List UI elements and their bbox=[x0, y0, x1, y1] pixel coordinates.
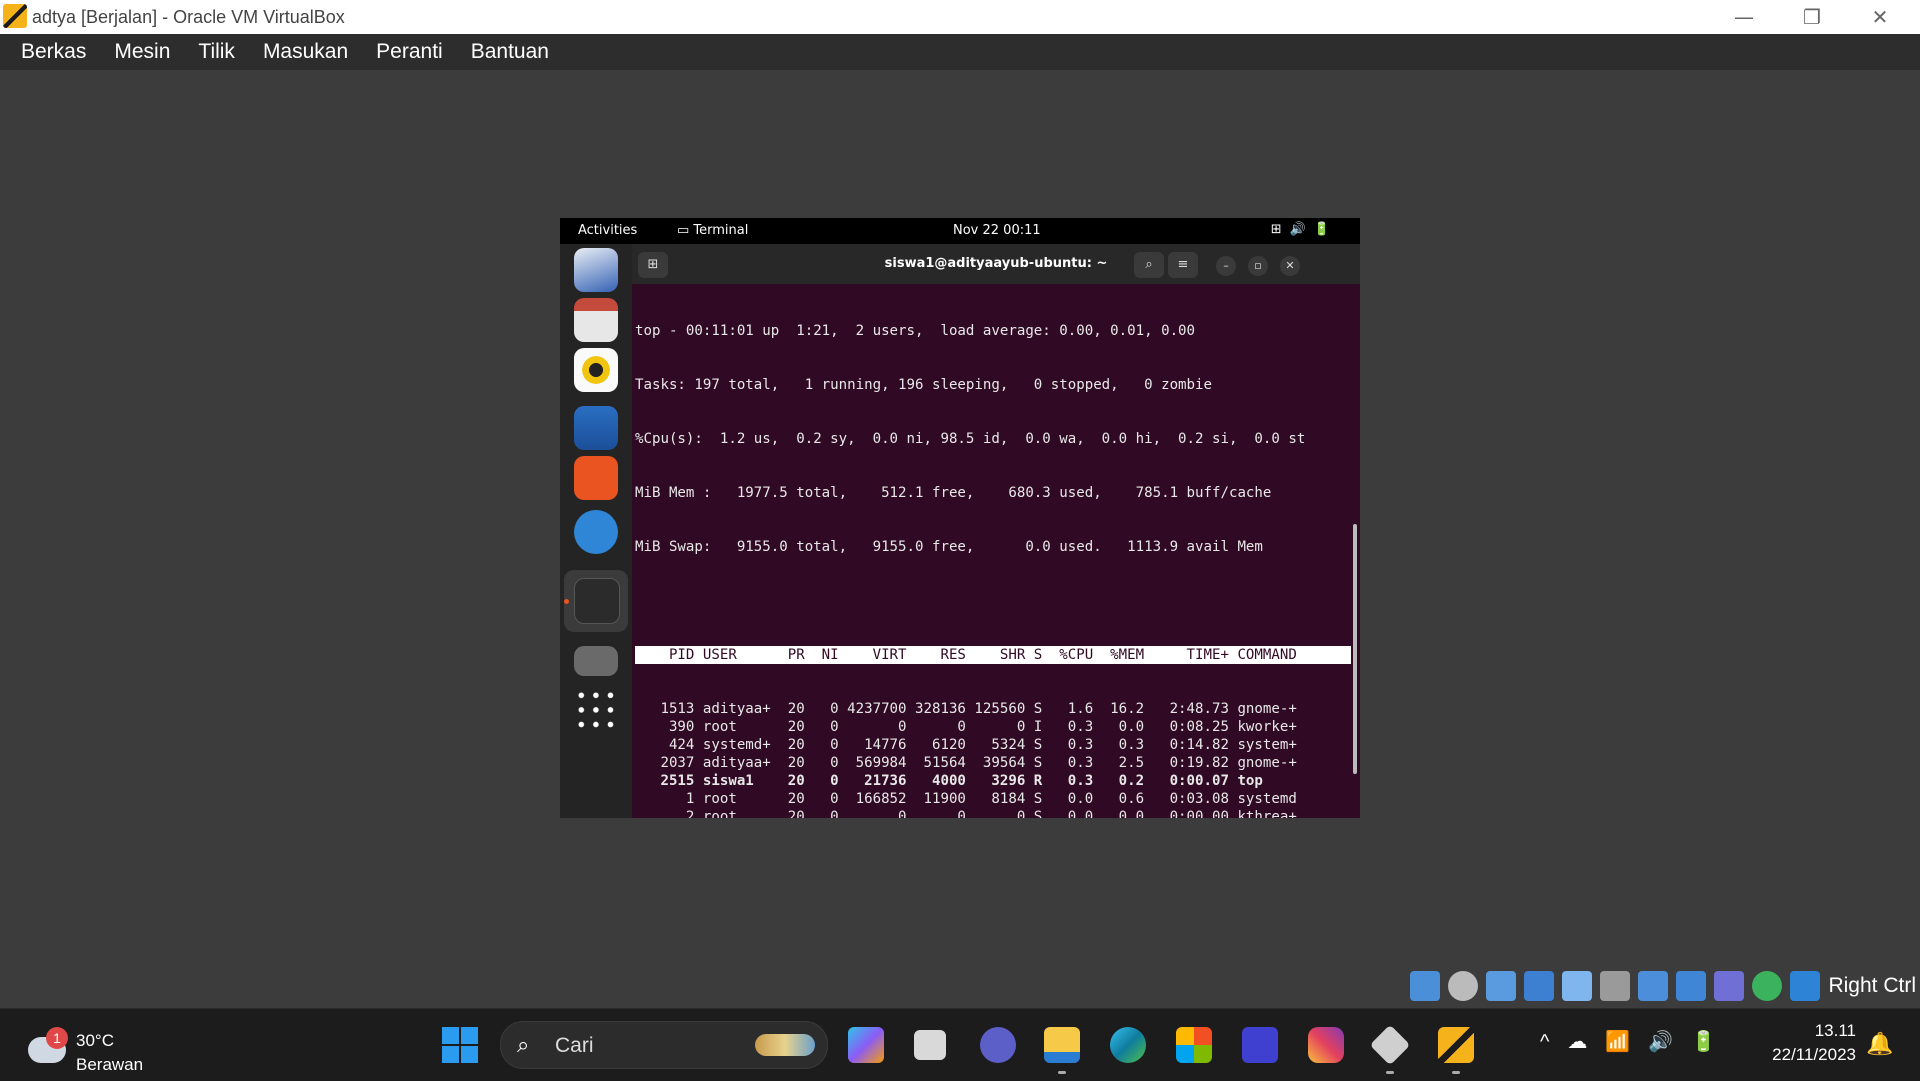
menu-masukan[interactable]: Masukan bbox=[249, 34, 362, 70]
terminal-scrollbar[interactable] bbox=[1353, 524, 1357, 774]
minimize-icon[interactable]: – bbox=[1216, 256, 1236, 276]
process-row: 424 systemd+ 20 0 14776 6120 5324 S 0.3 … bbox=[635, 737, 1297, 753]
terminal-icon[interactable] bbox=[574, 578, 620, 624]
virtualbox-app-icon bbox=[3, 4, 27, 28]
optical-drive-icon[interactable] bbox=[1448, 971, 1479, 1001]
store-icon[interactable] bbox=[1176, 1027, 1212, 1063]
gnome-clock[interactable]: Nov 22 00:11 bbox=[953, 223, 1041, 238]
taskbar-search[interactable]: ⌕ Cari bbox=[500, 1021, 828, 1069]
running-indicator bbox=[1058, 1071, 1066, 1074]
audio-icon[interactable] bbox=[1486, 971, 1517, 1001]
process-row: 2515 siswa1 20 0 21736 4000 3296 R 0.3 0… bbox=[635, 773, 1263, 789]
app-menu-terminal[interactable]: ▭ Terminal bbox=[677, 223, 748, 238]
tradingview-icon[interactable] bbox=[1242, 1027, 1278, 1063]
top-summary-line: MiB Swap: 9155.0 total, 9155.0 free, 0.0… bbox=[635, 539, 1263, 555]
ubuntu-dock bbox=[560, 244, 632, 818]
top-summary-line: %Cpu(s): 1.2 us, 0.2 sy, 0.0 ni, 98.5 id… bbox=[635, 431, 1306, 447]
file-explorer-icon[interactable] bbox=[1044, 1027, 1080, 1063]
maximize-icon[interactable]: ▫ bbox=[1248, 256, 1268, 276]
files-icon[interactable] bbox=[574, 298, 618, 342]
menu-mesin[interactable]: Mesin bbox=[100, 34, 184, 70]
hard-disk-icon[interactable] bbox=[1410, 971, 1441, 1001]
process-row: 1513 adityaa+ 20 0 4237700 328136 125560… bbox=[635, 701, 1297, 717]
app-grid-icon[interactable] bbox=[574, 688, 618, 732]
gnome-top-bar: Activities ▭ Terminal Nov 22 00:11 ⊞🔊🔋 bbox=[560, 218, 1360, 244]
meet-icon[interactable] bbox=[980, 1027, 1016, 1063]
writer-icon[interactable] bbox=[574, 406, 618, 450]
drive-icon[interactable] bbox=[574, 646, 618, 676]
display-icon[interactable] bbox=[1638, 971, 1669, 1001]
notification-bell-icon[interactable]: 🔔 bbox=[1866, 1031, 1893, 1057]
terminal-output[interactable]: top - 00:11:01 up 1:21, 2 users, load av… bbox=[635, 286, 1351, 818]
host-key-label: Right Ctrl bbox=[1828, 974, 1916, 997]
close-icon[interactable]: ✕ bbox=[1280, 256, 1300, 276]
rhythmbox-icon[interactable] bbox=[574, 348, 618, 392]
process-table: 1513 adityaa+ 20 0 4237700 328136 125560… bbox=[635, 700, 1351, 818]
instagram-icon[interactable] bbox=[1308, 1027, 1344, 1063]
window-titlebar: adtya [Berjalan] - Oracle VM VirtualBox … bbox=[0, 0, 1920, 34]
vbox-vm-icon[interactable] bbox=[1438, 1027, 1474, 1063]
menu-tilik[interactable]: Tilik bbox=[184, 34, 249, 70]
running-indicator bbox=[564, 599, 569, 604]
clock-date: 22/11/2023 bbox=[1772, 1045, 1856, 1064]
terminal-headerbar: ⊞ siswa1@adityaayub-ubuntu: ~ ⌕ ≡ – ▫ ✕ bbox=[632, 244, 1360, 284]
vm-display[interactable]: Activities ▭ Terminal Nov 22 00:11 ⊞🔊🔋 ⊞… bbox=[560, 218, 1360, 818]
top-summary-line: Tasks: 197 total, 1 running, 196 sleepin… bbox=[635, 377, 1212, 393]
minimize-button[interactable]: — bbox=[1710, 0, 1778, 34]
terminal-window[interactable]: ⊞ siswa1@adityaayub-ubuntu: ~ ⌕ ≡ – ▫ ✕ … bbox=[632, 244, 1360, 818]
mouse-integration-icon[interactable] bbox=[1752, 971, 1783, 1001]
network-icon[interactable] bbox=[1524, 971, 1555, 1001]
video-capture-icon[interactable] bbox=[1676, 971, 1707, 1001]
vbox-status-bar: Right Ctrl bbox=[1410, 967, 1920, 1005]
window-title: adtya [Berjalan] - Oracle VM VirtualBox bbox=[32, 7, 345, 27]
weather-condition: Berawan bbox=[76, 1055, 144, 1074]
top-summary-line: top - 00:11:01 up 1:21, 2 users, load av… bbox=[635, 323, 1196, 339]
help-icon[interactable] bbox=[574, 510, 618, 554]
process-row: 2 root 20 0 0 0 0 S 0.0 0.0 0:00.00 kthr… bbox=[635, 809, 1297, 818]
search-placeholder: Cari bbox=[555, 1034, 594, 1057]
weather-temp: 30°C bbox=[76, 1031, 114, 1050]
notification-badge: 1 bbox=[46, 1027, 68, 1049]
edge-icon[interactable] bbox=[1110, 1027, 1146, 1063]
running-indicator bbox=[1452, 1071, 1460, 1074]
usb-icon[interactable] bbox=[1562, 971, 1593, 1001]
virtualbox-icon[interactable] bbox=[1369, 1024, 1411, 1066]
task-view-icon[interactable] bbox=[914, 1030, 946, 1060]
menu-berkas[interactable]: Berkas bbox=[0, 34, 100, 70]
restore-button[interactable]: ❐ bbox=[1778, 0, 1846, 34]
running-indicator bbox=[1386, 1071, 1394, 1074]
search-icon[interactable]: ⌕ bbox=[1134, 252, 1164, 278]
search-highlight-art bbox=[755, 1034, 815, 1056]
menu-peranti[interactable]: Peranti bbox=[362, 34, 457, 70]
process-table-header: PID USER PR NI VIRT RES SHR S %CPU %MEM … bbox=[635, 646, 1351, 664]
close-button[interactable]: ✕ bbox=[1846, 0, 1914, 34]
search-icon: ⌕ bbox=[517, 1032, 530, 1057]
process-row: 2037 adityaa+ 20 0 569984 51564 39564 S … bbox=[635, 755, 1297, 771]
menu-bantuan[interactable]: Bantuan bbox=[457, 34, 563, 70]
app-menu-label: Terminal bbox=[693, 223, 749, 238]
taskbar-clock[interactable]: 13.11 22/11/2023 bbox=[1762, 1021, 1856, 1069]
process-row: 1 root 20 0 166852 11900 8184 S 0.0 0.6 … bbox=[635, 791, 1297, 807]
top-summary-line: MiB Mem : 1977.5 total, 512.1 free, 680.… bbox=[635, 485, 1272, 501]
software-icon[interactable] bbox=[574, 456, 618, 500]
process-row: 390 root 20 0 0 0 0 I 0.3 0.0 0:08.25 kw… bbox=[635, 719, 1297, 735]
keyboard-capture-icon[interactable] bbox=[1790, 971, 1821, 1001]
system-tray[interactable]: ^☁📶🔊🔋 bbox=[1540, 1029, 1734, 1054]
hamburger-menu-icon[interactable]: ≡ bbox=[1168, 252, 1198, 278]
terminal-small-icon: ▭ bbox=[677, 223, 694, 238]
cpu-icon[interactable] bbox=[1714, 971, 1745, 1001]
copilot-icon[interactable] bbox=[848, 1027, 884, 1063]
menu-bar: Berkas Mesin Tilik Masukan Peranti Bantuan bbox=[0, 34, 1920, 70]
thunderbird-icon[interactable] bbox=[574, 248, 618, 292]
start-button[interactable] bbox=[442, 1027, 478, 1063]
system-tray-icons[interactable]: ⊞🔊🔋 bbox=[1271, 222, 1338, 237]
clock-time: 13.11 bbox=[1814, 1021, 1856, 1040]
activities-button[interactable]: Activities bbox=[578, 223, 637, 238]
windows-taskbar: 1 30°C Berawan ⌕ Cari ^☁📶🔊🔋 13.11 22/11/… bbox=[0, 1008, 1920, 1081]
shared-folders-icon[interactable] bbox=[1600, 971, 1631, 1001]
